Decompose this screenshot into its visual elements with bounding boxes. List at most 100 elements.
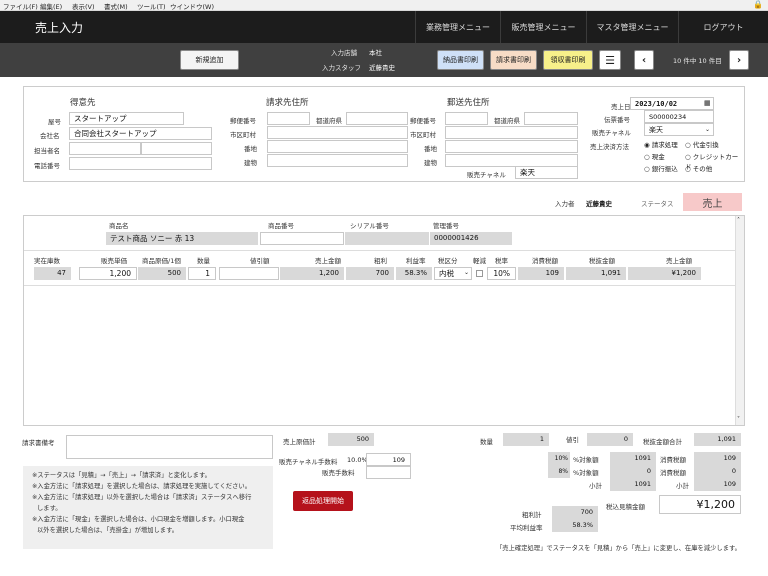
col-reduced: 軽減 bbox=[473, 257, 486, 265]
product-name-field[interactable]: テスト商品 ソニー 赤 13 bbox=[106, 232, 258, 245]
tax10-label: 消費税額 bbox=[660, 456, 686, 464]
logout-button[interactable]: ログアウト bbox=[678, 11, 768, 43]
menu-bar: ファイル(F) 編集(E) 表示(V) 書式(M) ツール(T) ウインドウ(W… bbox=[0, 0, 768, 11]
mgmt-label: 管理番号 bbox=[433, 222, 459, 230]
avg-margin-value: 58.3% bbox=[552, 519, 598, 532]
scrollbar[interactable]: ˄ ˅ bbox=[735, 216, 744, 425]
fee-rate-label: 販売チャネル手数料 bbox=[279, 458, 338, 466]
rate8-label: 8% bbox=[548, 465, 570, 478]
unit-price-field[interactable]: 1,200 bbox=[79, 267, 137, 280]
nav-sales-menu[interactable]: 販売管理メニュー bbox=[500, 11, 586, 43]
list-icon[interactable]: ☰ bbox=[599, 50, 621, 70]
menu-format[interactable]: 書式(M) bbox=[104, 1, 128, 11]
chevron-down-icon[interactable]: ⌄ bbox=[705, 126, 710, 133]
shipping-channel-field[interactable]: 楽天 bbox=[515, 166, 578, 179]
tel-field[interactable] bbox=[69, 157, 212, 170]
shipping-pref-label: 都道府県 bbox=[494, 117, 520, 125]
company-field[interactable]: 合同会社スタートアップ bbox=[69, 127, 212, 140]
scroll-down-icon[interactable]: ˅ bbox=[737, 416, 740, 423]
shipping-street-field[interactable] bbox=[445, 140, 578, 153]
col-tax: 消費税額 bbox=[532, 257, 558, 265]
method-radio-cod[interactable]: ○ 代金引換 bbox=[685, 139, 719, 149]
note-line: します。 bbox=[37, 505, 62, 512]
qty-field[interactable]: 1 bbox=[188, 267, 216, 280]
sales-header-panel: 得意先 屋号 スタートアップ 会社名 合同会社スタートアップ 担当者名 電話番号… bbox=[23, 86, 745, 182]
tax-subtotal-label: 小計 bbox=[676, 482, 689, 490]
sale-channel-select[interactable]: 楽天 bbox=[644, 123, 714, 136]
nav-master-menu[interactable]: マスタ管理メニュー bbox=[586, 11, 678, 43]
tel-label: 電話番号 bbox=[34, 162, 60, 170]
scroll-up-icon[interactable]: ˄ bbox=[737, 217, 740, 224]
billing-pref-field[interactable] bbox=[346, 112, 408, 125]
slip-label: 伝票番号 bbox=[604, 116, 630, 124]
method-radio-cash[interactable]: ○ 現金 bbox=[644, 151, 665, 161]
col-unit-price: 販売単価 bbox=[101, 257, 127, 265]
menu-view[interactable]: 表示(V) bbox=[72, 1, 95, 11]
reduced-checkbox[interactable] bbox=[476, 270, 483, 277]
shipping-heading: 郵送先住所 bbox=[447, 98, 490, 108]
qty-total-value: 1 bbox=[503, 433, 549, 446]
tax-rate-field[interactable]: 10% bbox=[487, 267, 516, 280]
slip-field[interactable]: S00000234 bbox=[644, 110, 714, 123]
billing-street-label: 番地 bbox=[244, 145, 257, 153]
chevron-down-icon[interactable]: ⌄ bbox=[464, 269, 469, 276]
person-field[interactable] bbox=[69, 142, 141, 155]
lock-icon: 🔒 bbox=[753, 0, 763, 9]
billing-zip-field[interactable] bbox=[267, 112, 310, 125]
billing-city-field[interactable] bbox=[267, 126, 408, 139]
chevron-left-icon[interactable]: ‹ bbox=[634, 50, 654, 70]
person-field-2[interactable] bbox=[141, 142, 212, 155]
sale-date-field[interactable]: 2023/10/02 bbox=[630, 97, 714, 110]
fee-rate-value: 10.0% bbox=[347, 456, 368, 464]
new-button[interactable]: 新規追加 bbox=[180, 50, 239, 70]
shipping-city-field[interactable] bbox=[445, 126, 578, 139]
subtotal-value: 1091 bbox=[610, 478, 656, 491]
store-label: 入力店舗 bbox=[331, 49, 357, 57]
divider bbox=[24, 285, 736, 286]
serial-field[interactable] bbox=[345, 232, 429, 245]
yago-field[interactable]: スタートアップ bbox=[69, 112, 184, 125]
menu-window[interactable]: ウインドウ(W) bbox=[170, 1, 214, 11]
nav-business-menu[interactable]: 業務管理メニュー bbox=[415, 11, 500, 43]
method-radio-bank[interactable]: ○ 銀行振込 bbox=[644, 163, 678, 173]
menu-tools[interactable]: ツール(T) bbox=[137, 1, 166, 11]
person-label: 担当者名 bbox=[34, 147, 60, 155]
receipt-print-button[interactable]: 領収書印刷 bbox=[543, 50, 593, 70]
menu-edit[interactable]: 編集(E) bbox=[40, 1, 62, 11]
billing-building-label: 建物 bbox=[244, 159, 257, 167]
memo-field[interactable] bbox=[66, 435, 273, 459]
delivery-print-button[interactable]: 納品書印刷 bbox=[437, 50, 484, 70]
estimate-value: ¥1,200 bbox=[659, 495, 741, 514]
shipping-street-label: 番地 bbox=[424, 145, 437, 153]
product-code-field[interactable] bbox=[260, 232, 344, 245]
mgmt-field: 0000001426 bbox=[430, 232, 512, 245]
menu-file[interactable]: ファイル(F) bbox=[3, 1, 38, 11]
calendar-icon[interactable]: ▦ bbox=[704, 99, 711, 107]
method-radio-invoice[interactable]: ◉ 請求処理 bbox=[644, 139, 678, 149]
rate10-label: 10% bbox=[548, 452, 570, 465]
return-button[interactable]: 返品処理開始 bbox=[293, 491, 353, 511]
chevron-right-icon[interactable]: › bbox=[729, 50, 749, 70]
billing-pref-label: 都道府県 bbox=[316, 117, 342, 125]
memo-label: 請求書備考 bbox=[22, 439, 55, 447]
note-line: ※入金方法に「請求処理」を選択した場合は、請求処理を実施してください。 bbox=[32, 483, 251, 490]
col-cost: 商品原価/1個 bbox=[142, 257, 181, 265]
staff-label: 入力スタッフ bbox=[322, 64, 361, 72]
invoice-print-button[interactable]: 請求書印刷 bbox=[490, 50, 537, 70]
billing-building-field[interactable] bbox=[267, 154, 408, 167]
fee-field[interactable] bbox=[366, 466, 411, 479]
rate10-base-value: 1091 bbox=[610, 452, 656, 465]
col-tax-type: 税区分 bbox=[438, 257, 458, 265]
shipping-zip-label: 郵便番号 bbox=[410, 117, 436, 125]
col-discount: 値引額 bbox=[250, 257, 270, 265]
customer-heading: 得意先 bbox=[70, 98, 96, 108]
shipping-pref-field[interactable] bbox=[524, 112, 578, 125]
fee-input[interactable]: 109 bbox=[366, 453, 411, 466]
discount-field[interactable] bbox=[219, 267, 279, 280]
billing-street-field[interactable] bbox=[267, 140, 408, 153]
rate8-base-value: 0 bbox=[610, 465, 656, 478]
method-radio-other[interactable]: ○ その他 bbox=[685, 163, 712, 173]
shipping-zip-field[interactable] bbox=[445, 112, 488, 125]
cost-total-value: 500 bbox=[328, 433, 374, 446]
note-line: ※入金方法に「現金」を選択した場合は、小口現金を増額します。小口現金 bbox=[32, 516, 245, 523]
